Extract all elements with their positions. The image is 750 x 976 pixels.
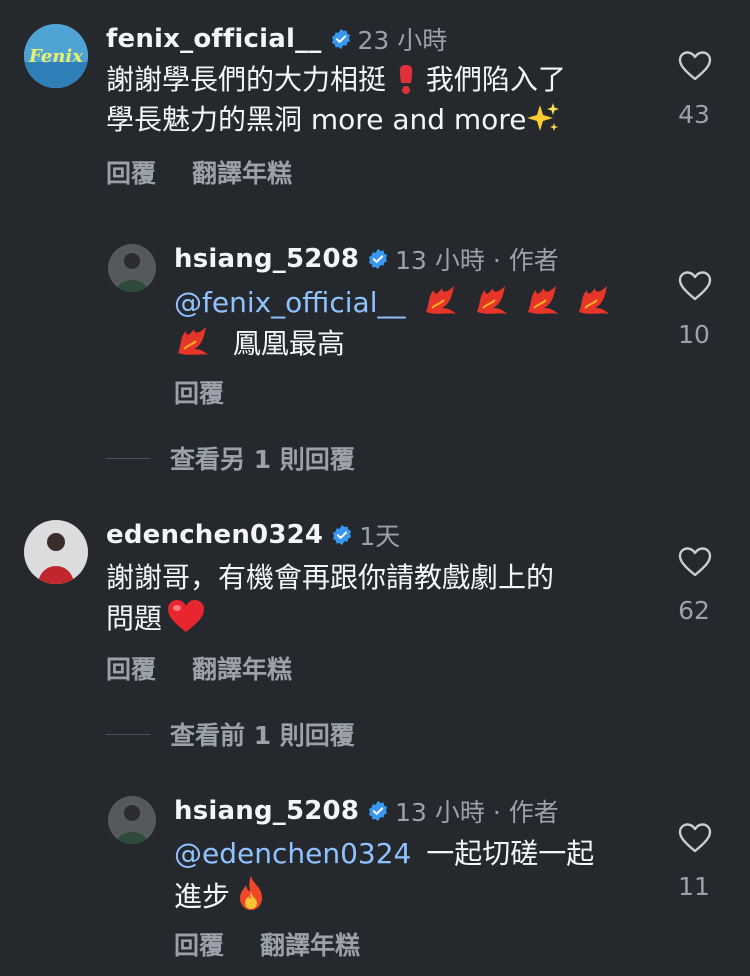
- timestamp: 23 小時: [357, 26, 448, 55]
- username[interactable]: edenchen0324: [106, 520, 323, 550]
- avatar-fenix[interactable]: Fenix: [24, 24, 88, 88]
- reply-button[interactable]: 回覆: [106, 154, 156, 190]
- mention-link[interactable]: @edenchen0324: [174, 837, 411, 870]
- timestamp: 13 小時 · 作者: [395, 246, 559, 275]
- username[interactable]: fenix_official__: [106, 24, 322, 54]
- person-avatar-icon: [108, 796, 156, 844]
- view-more-replies[interactable]: 查看另 1 則回覆: [106, 440, 355, 476]
- translate-button[interactable]: 翻譯年糕: [260, 926, 360, 962]
- phoenix-icon: [477, 286, 508, 314]
- comment-text: 謝謝哥，有機會再跟你請教戲劇上的 問題: [106, 561, 555, 635]
- comment-text: 謝謝學長們的大力相挺 我們陷入了 學長魅力的黑洞 more and more: [106, 63, 566, 136]
- verified-badge-icon: [331, 28, 350, 50]
- timestamp: 1天: [359, 522, 401, 551]
- avatar-eden[interactable]: [24, 520, 88, 584]
- translate-button[interactable]: 翻譯年糕: [192, 154, 292, 190]
- view-previous-replies[interactable]: 查看前 1 則回覆: [106, 716, 355, 752]
- reply-hsiang-2: hsiang_5208 13 小時 · 作者 @edenchen0324 一起切…: [0, 792, 750, 976]
- person-avatar-icon: [108, 244, 156, 292]
- timestamp: 13 小時 · 作者: [395, 798, 559, 827]
- like-count: 10: [678, 320, 710, 349]
- divider-line: [106, 733, 150, 735]
- phoenix-icon: [426, 286, 457, 314]
- phoenix-icon: [579, 286, 610, 314]
- reply-text: @fenix_official__ 鳳凰最高: [174, 282, 611, 364]
- reply-button[interactable]: 回覆: [106, 650, 156, 686]
- like-count: 62: [678, 596, 710, 625]
- verified-badge-icon: [369, 248, 388, 270]
- avatar-hsiang[interactable]: [108, 796, 156, 844]
- divider-line: [106, 457, 150, 459]
- heart-outline-icon[interactable]: [678, 270, 712, 302]
- svg-text:Fenix: Fenix: [28, 46, 83, 67]
- verified-badge-icon: [333, 524, 352, 546]
- comment-eden: edenchen0324 1天 謝謝哥，有機會再跟你請教戲劇上的 問題 回覆 翻…: [0, 500, 750, 700]
- reply-hsiang-1: hsiang_5208 13 小時 · 作者 @fenix_official__…: [0, 240, 750, 420]
- username[interactable]: hsiang_5208: [174, 244, 359, 274]
- reply-button[interactable]: 回覆: [174, 926, 224, 962]
- like-count: 11: [678, 872, 710, 901]
- verified-badge-icon: [369, 800, 388, 822]
- fenix-logo-icon: Fenix: [24, 24, 88, 88]
- fire-icon: [240, 876, 263, 910]
- heart-outline-icon[interactable]: [678, 50, 712, 82]
- person-avatar-icon: [24, 520, 88, 584]
- reply-text: @edenchen0324 一起切磋一起 進步: [174, 837, 595, 913]
- avatar-hsiang[interactable]: [108, 244, 156, 292]
- phoenix-icon: [528, 286, 559, 314]
- red-exclamation-icon: [399, 65, 413, 94]
- phoenix-icon: [178, 327, 208, 355]
- like-count: 43: [678, 100, 710, 129]
- comment-fenix: Fenix fenix_official__ 23 小時 謝謝學長們的大力相挺 …: [0, 0, 750, 200]
- translate-button[interactable]: 翻譯年糕: [192, 650, 292, 686]
- heart-outline-icon[interactable]: [678, 546, 712, 578]
- username[interactable]: hsiang_5208: [174, 796, 359, 826]
- sparkles-icon: [527, 103, 560, 131]
- heart-outline-icon[interactable]: [678, 822, 712, 854]
- red-heart-icon: [168, 600, 205, 632]
- mention-link[interactable]: @fenix_official__: [174, 286, 406, 319]
- reply-button[interactable]: 回覆: [174, 374, 224, 410]
